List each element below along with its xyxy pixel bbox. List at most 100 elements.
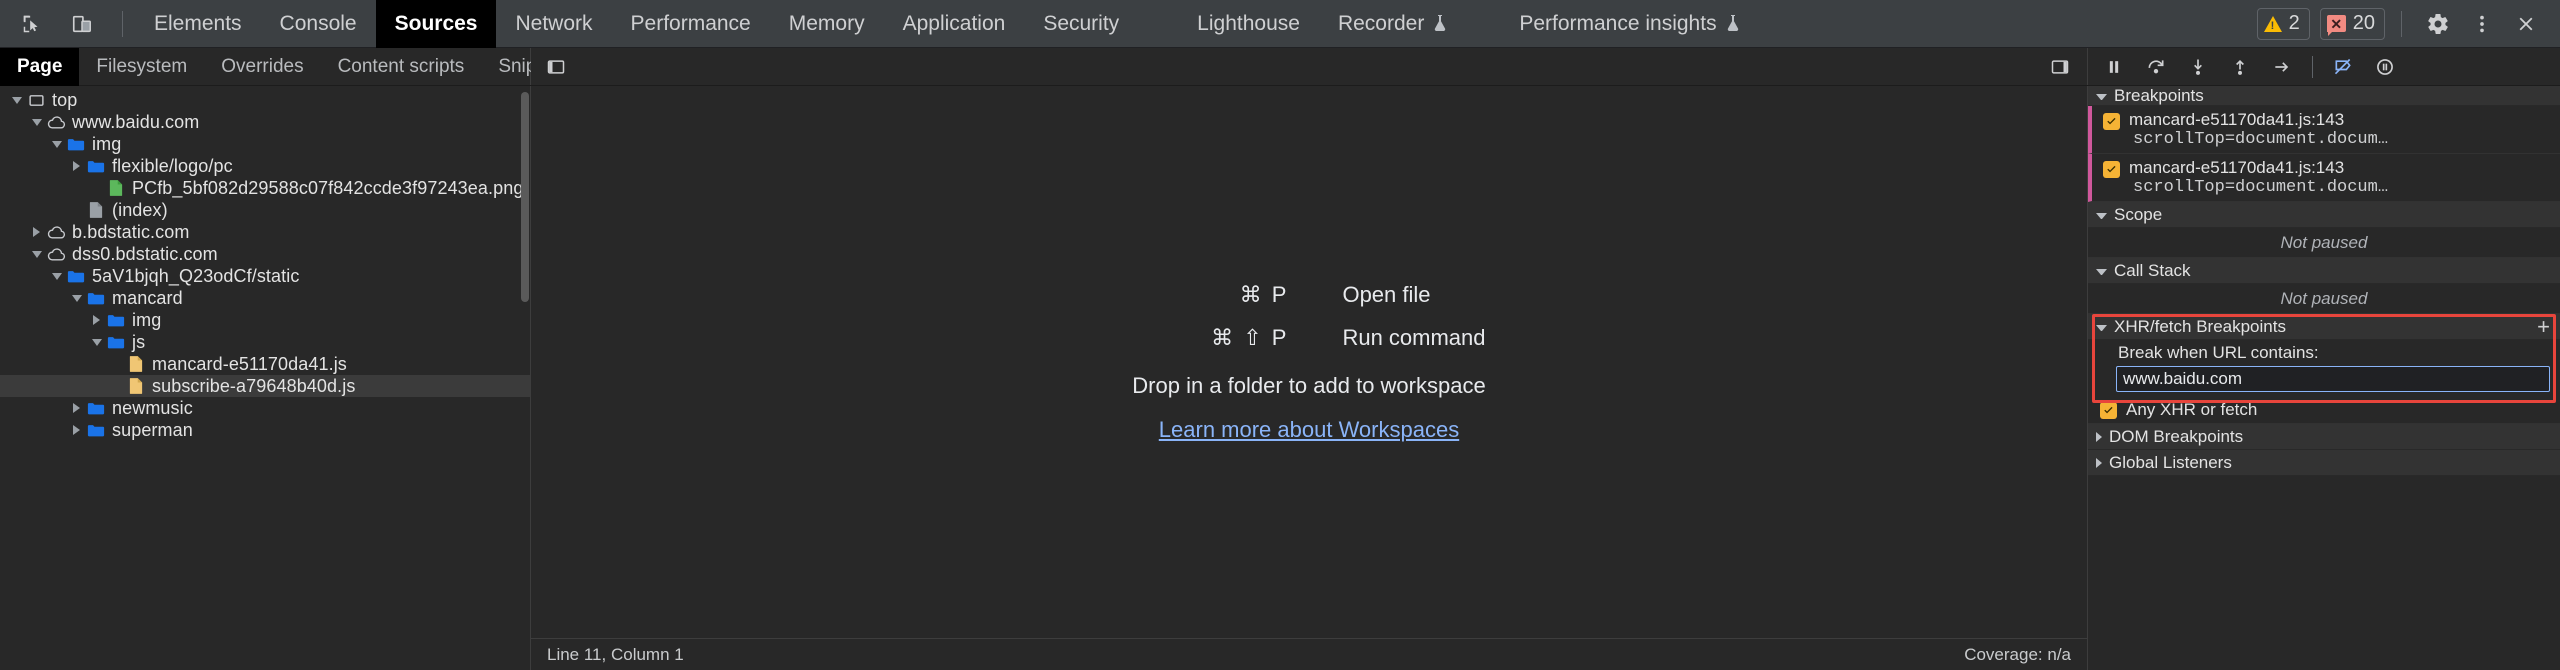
tab-label: Elements [154,11,242,35]
section-title: Breakpoints [2114,86,2204,105]
navigator-scrollbar[interactable] [521,86,529,670]
tree-item-5av1bjqh-q23odcf-static[interactable]: 5aV1bjqh_Q23odCf/static [0,265,530,287]
xhr-any-checkbox[interactable] [2100,401,2117,419]
tab-elements[interactable]: Elements [135,0,261,48]
tab-application[interactable]: Application [884,0,1025,48]
xhr-url-input[interactable] [2116,366,2550,392]
show-navigator-icon[interactable] [537,50,575,84]
chevron-down-icon[interactable] [8,92,25,109]
tab-sources[interactable]: Sources [375,0,497,48]
tree-item-subscribe-a79648b40d-js[interactable]: subscribe-a79648b40d.js [0,375,530,397]
file-tree[interactable]: top www.baidu.com img flexible/logo/pc PCfb_… [0,86,530,670]
chevron-right-icon [2096,431,2102,442]
step-into-icon[interactable] [2178,50,2218,84]
section-breakpoints[interactable]: Breakpoints [2088,86,2560,106]
section-dom-breakpoints[interactable]: DOM Breakpoints [2088,424,2560,450]
subtab-page[interactable]: Page [0,48,80,86]
subtab-content-scripts[interactable]: Content scripts [321,48,482,86]
close-icon[interactable] [2506,4,2546,44]
section-title: Call Stack [2114,260,2191,280]
chevron-right-icon[interactable] [88,312,105,329]
xhr-any-label: Any XHR or fetch [2126,400,2258,419]
tab-console[interactable]: Console [261,0,376,48]
xhr-hint-label: Break when URL contains: [2118,343,2319,362]
warning-count-button[interactable]: 2 [2256,7,2310,40]
navigator-scrollbar-thumb[interactable] [521,92,529,302]
tab-memory[interactable]: Memory [770,0,884,48]
device-toolbar-icon[interactable] [60,4,104,44]
script-icon [125,355,147,373]
tab-lighthouse[interactable]: Lighthouse [1178,0,1319,48]
tree-item-js[interactable]: js [0,331,530,353]
tree-item-label: img [92,133,122,154]
pause-on-exceptions-icon[interactable] [2365,50,2405,84]
folder-icon [85,401,107,416]
inspect-element-icon[interactable] [10,4,54,44]
main-toolbar: Elements Console Sources Network Perform… [0,0,2560,48]
section-global-listeners[interactable]: Global Listeners [2088,450,2560,476]
gear-icon[interactable] [2418,4,2458,44]
tree-item-flexible-logo-pc[interactable]: flexible/logo/pc [0,155,530,177]
tree-item-img[interactable]: img [0,309,530,331]
show-debugger-icon[interactable] [2041,50,2079,84]
tab-performance-insights[interactable]: Performance insights [1500,0,1758,48]
chevron-down-icon [2096,324,2107,331]
tree-item-b-bdstatic-com[interactable]: b.bdstatic.com [0,221,530,243]
learn-workspaces-link[interactable]: Learn more about Workspaces [1159,417,1459,443]
tree-item-label: superman [112,419,193,440]
error-count-button[interactable]: ✕ 20 [2319,7,2385,40]
breakpoint-item[interactable]: mancard-e51170da41.js:143 scrollTop=docu… [2088,154,2560,202]
breakpoint-text: mancard-e51170da41.js:143 scrollTop=docu… [2129,158,2388,197]
chevron-down-icon[interactable] [88,334,105,351]
tree-item-superman[interactable]: superman [0,419,530,441]
tree-item-mancard[interactable]: mancard [0,287,530,309]
tree-item-label: dss0.bdstatic.com [72,243,218,264]
chevron-down-icon[interactable] [48,136,65,153]
step-out-icon[interactable] [2220,50,2260,84]
tree-item-dss0-bdstatic-com[interactable]: dss0.bdstatic.com [0,243,530,265]
chevron-right-icon[interactable] [68,422,85,439]
subtab-filesystem[interactable]: Filesystem [79,48,204,86]
pause-script-icon[interactable] [2094,50,2134,84]
subtab-overrides[interactable]: Overrides [204,48,320,86]
add-breakpoint-icon[interactable]: + [2537,315,2550,338]
tab-label: Security [1043,11,1120,35]
chevron-right-icon[interactable] [28,224,45,241]
xhr-breakpoints-group: XHR/fetch Breakpoints + Break when URL c… [2088,314,2560,403]
tree-item-www-baidu-com[interactable]: www.baidu.com [0,111,530,133]
xhr-any-request-row[interactable]: Any XHR or fetch [2088,397,2560,424]
chevron-right-icon[interactable] [68,400,85,417]
error-x-glyph: ✕ [2330,15,2343,32]
folder-icon [65,137,87,152]
tree-item-img[interactable]: img [0,133,530,155]
breakpoint-item[interactable]: mancard-e51170da41.js:143 scrollTop=docu… [2088,106,2560,154]
chevron-down-icon[interactable] [48,268,65,285]
chevron-down-icon[interactable] [28,246,45,263]
tab-recorder[interactable]: Recorder [1319,0,1466,48]
tree-item-label: www.baidu.com [72,111,200,132]
tree-item-label: mancard-e51170da41.js [152,353,347,374]
section-xhr-breakpoints[interactable]: XHR/fetch Breakpoints + [2088,314,2560,340]
tree-item-pcfb-5bf082d29588c07f842ccde3f97243ea-png[interactable]: PCfb_5bf082d29588c07f842ccde3f97243ea.pn… [0,177,530,199]
tree-item-mancard-e51170da41-js[interactable]: mancard-e51170da41.js [0,353,530,375]
tree-item--index-[interactable]: (index) [0,199,530,221]
tab-network[interactable]: Network [496,0,611,48]
tree-item-top[interactable]: top [0,89,530,111]
folder-icon [65,269,87,284]
breakpoint-checkbox[interactable] [2103,113,2120,130]
deactivate-breakpoints-icon[interactable] [2323,50,2363,84]
chevron-right-icon[interactable] [68,158,85,175]
chevron-down-icon[interactable] [28,114,45,131]
step-icon[interactable] [2262,50,2302,84]
tab-label: Memory [788,11,865,35]
tree-item-newmusic[interactable]: newmusic [0,397,530,419]
section-call-stack[interactable]: Call Stack [2088,258,2560,284]
breakpoint-checkbox[interactable] [2103,161,2120,178]
navigator-panel: top www.baidu.com img flexible/logo/pc PCfb_… [0,86,531,670]
chevron-down-icon[interactable] [68,290,85,307]
kebab-menu-icon[interactable] [2462,4,2502,44]
section-scope[interactable]: Scope [2088,202,2560,228]
tab-security[interactable]: Security [1024,0,1138,48]
tab-performance[interactable]: Performance [612,0,770,48]
step-over-icon[interactable] [2136,50,2176,84]
